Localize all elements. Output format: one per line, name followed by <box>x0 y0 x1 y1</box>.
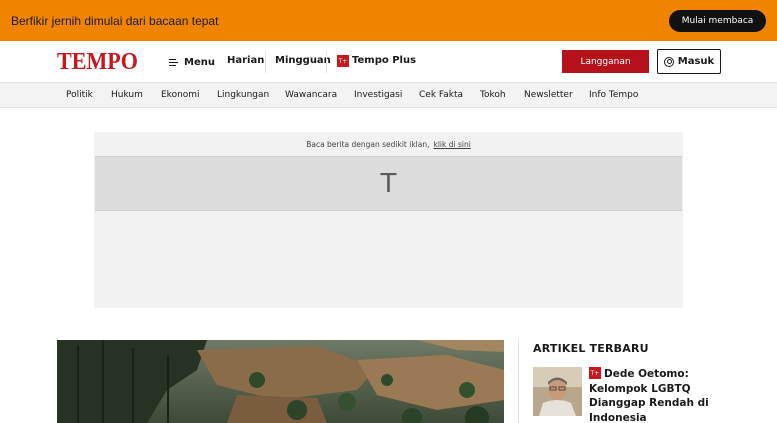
ad-notice-text: Baca berita dengan sedikit iklan, <box>306 140 430 149</box>
nav-mingguan[interactable]: Mingguan <box>275 55 331 66</box>
nav-harian[interactable]: Harian <box>227 55 264 66</box>
site-header: TEMPO Menu Harian Mingguan T+ Tempo Plus… <box>0 41 777 83</box>
category-bar: Politik Hukum Ekonomi Lingkungan Wawanca… <box>0 83 777 108</box>
start-reading-button[interactable]: Mulai membaca <box>669 10 766 32</box>
category-info-tempo[interactable]: Info Tempo <box>589 90 638 100</box>
category-lingkungan[interactable]: Lingkungan <box>217 90 269 100</box>
category-hukum[interactable]: Hukum <box>111 90 143 100</box>
tempo-logo[interactable]: TEMPO <box>57 50 138 74</box>
ad-notice: Baca berita dengan sedikit iklan, klik di… <box>94 140 683 149</box>
menu-button[interactable]: Menu <box>169 55 215 69</box>
portrait-image <box>533 367 582 416</box>
category-investigasi[interactable]: Investigasi <box>354 90 402 100</box>
ad-notice-link[interactable]: klik di sini <box>434 140 471 149</box>
nav-divider <box>326 51 327 73</box>
user-icon <box>663 56 674 67</box>
article-headline[interactable]: Dede Oetomo: Kelompok LGBTQ Dianggap Ren… <box>589 367 709 423</box>
login-button[interactable]: Masuk <box>657 49 721 74</box>
promo-text: Berfikir jernih dimulai dari bacaan tepa… <box>11 14 219 28</box>
subscribe-button[interactable]: Langganan <box>562 50 649 73</box>
promo-banner: Berfikir jernih dimulai dari bacaan tepa… <box>0 0 777 41</box>
login-label: Masuk <box>677 56 715 67</box>
category-newsletter[interactable]: Newsletter <box>524 90 573 100</box>
category-cek-fakta[interactable]: Cek Fakta <box>419 90 463 100</box>
menu-label: Menu <box>184 56 215 68</box>
ad-placeholder: T <box>95 156 682 211</box>
category-tokoh[interactable]: Tokoh <box>480 90 506 100</box>
category-wawancara[interactable]: Wawancara <box>285 90 337 100</box>
deforestation-image <box>57 340 504 423</box>
column-divider <box>518 340 519 423</box>
nav-tempo-plus[interactable]: Tempo Plus <box>352 55 416 66</box>
headline-photo[interactable] <box>57 340 504 423</box>
category-politik[interactable]: Politik <box>66 90 93 100</box>
menu-icon <box>169 58 179 67</box>
ad-container: Baca berita dengan sedikit iklan, klik di… <box>94 132 683 308</box>
nav-divider <box>265 51 266 73</box>
latest-articles-title: ARTIKEL TERBARU <box>533 342 649 355</box>
article-thumbnail[interactable] <box>533 367 582 416</box>
tempo-plus-icon: T+ <box>337 55 349 67</box>
ad-placeholder-letter: T <box>380 169 397 199</box>
category-ekonomi[interactable]: Ekonomi <box>161 90 200 100</box>
